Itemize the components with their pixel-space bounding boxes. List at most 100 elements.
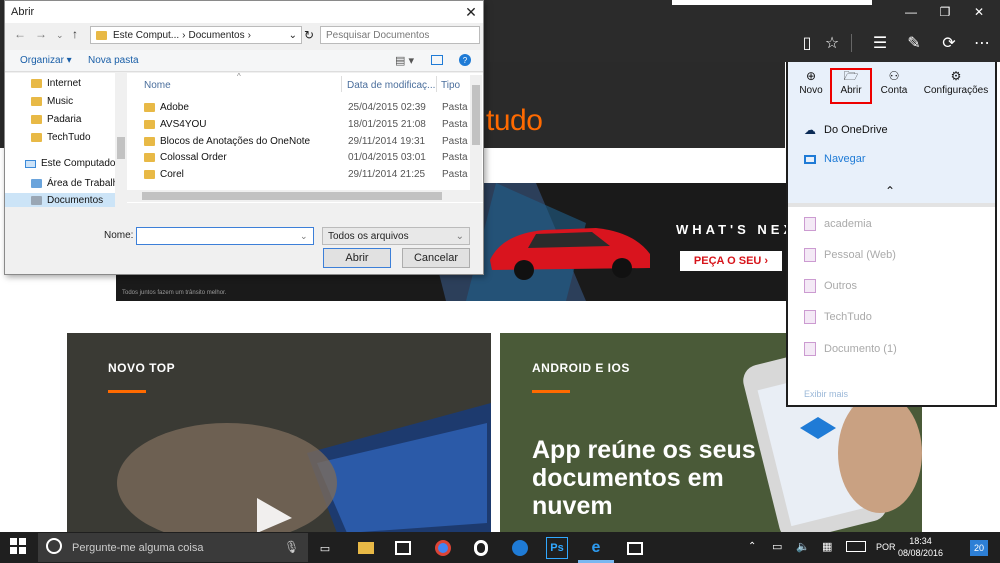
folder-icon <box>31 97 42 106</box>
windows-start-icon[interactable] <box>10 538 26 554</box>
favorite-star-icon[interactable]: ☆ <box>820 31 844 55</box>
preview-pane-icon[interactable] <box>431 55 443 65</box>
recent-item[interactable]: Outros <box>804 279 857 293</box>
close-window-icon[interactable]: ✕ <box>962 0 996 24</box>
recent-label: Pessoal (Web) <box>824 249 896 261</box>
settings-button[interactable]: ⚙ Configurações <box>922 70 990 104</box>
column-name[interactable]: Nome <box>144 80 171 91</box>
computer-folder-icon <box>96 31 107 40</box>
volume-icon[interactable]: 🔈 <box>796 540 810 553</box>
browser-tab-edge[interactable] <box>672 0 872 5</box>
hub-icon[interactable]: ☰ <box>868 31 892 55</box>
taskbar-clock[interactable]: 18:34 08/08/2016 <box>898 535 943 559</box>
tree-item[interactable]: Área de Trabalho <box>31 178 124 189</box>
computer-icon <box>25 159 36 168</box>
folder-icon <box>144 152 155 162</box>
column-divider[interactable] <box>341 76 342 92</box>
column-type[interactable]: Tipo <box>441 80 460 91</box>
recent-label: Outros <box>824 280 858 292</box>
organize-button[interactable]: Organizar ▾ <box>20 55 72 66</box>
new-folder-button[interactable]: Nova pasta <box>88 55 139 66</box>
recent-item[interactable]: TechTudo <box>804 310 872 324</box>
recent-item[interactable]: Pessoal (Web) <box>804 248 896 262</box>
refresh-icon[interactable]: ↻ <box>304 28 314 42</box>
tree-item[interactable]: TechTudo <box>31 132 91 143</box>
site-logo[interactable]: tudo <box>486 104 543 138</box>
tree-item-selected[interactable]: Documentos <box>5 193 115 207</box>
back-arrow-icon[interactable]: ← <box>14 27 26 41</box>
dialog-close-icon[interactable]: ✕ <box>460 1 482 23</box>
chrome-icon[interactable] <box>432 537 454 559</box>
recent-locations-icon[interactable]: ⌄ <box>56 30 64 41</box>
web-note-icon[interactable]: ✎ <box>902 31 926 55</box>
onedrive-link[interactable]: ☁ Do OneDrive <box>804 123 888 137</box>
horizontal-scroll-thumb[interactable] <box>142 192 442 200</box>
help-icon[interactable]: ? <box>459 54 471 66</box>
search-input[interactable]: Pesquisar Documentos <box>320 26 480 44</box>
column-date[interactable]: Data de modificaç... <box>347 80 435 91</box>
filename-label: Nome: <box>104 230 134 241</box>
file-row[interactable]: Adobe 25/04/2015 02:39 Pasta d <box>144 99 479 115</box>
recent-label: academia <box>824 218 872 230</box>
address-bar[interactable]: Este Comput... › Documentos › ⌄ <box>90 26 302 44</box>
photoshop-icon[interactable]: Ps <box>546 537 568 559</box>
card-right-title[interactable]: App reúne os seus documentos em nuvem <box>532 436 802 520</box>
cloud-icon: ☁ <box>804 123 816 137</box>
notification-center-icon[interactable]: 20 <box>970 540 988 556</box>
up-arrow-icon[interactable]: ↑ <box>72 27 78 41</box>
tree-item-this-pc[interactable]: Este Computador <box>25 158 119 169</box>
file-row[interactable]: Corel 29/11/2014 21:25 Pasta d <box>144 166 479 182</box>
tree-scroll-thumb[interactable] <box>117 137 125 159</box>
language-indicator[interactable]: POR <box>876 542 896 552</box>
file-date: 18/01/2015 21:08 <box>348 118 426 130</box>
cortana-placeholder: Pergunte-me alguma coisa <box>72 541 204 554</box>
microphone-icon[interactable]: 🎙 <box>284 540 299 554</box>
forward-arrow-icon[interactable]: → <box>35 27 47 41</box>
edge-icon[interactable]: e <box>585 537 607 559</box>
browse-link[interactable]: Navegar <box>804 153 866 165</box>
network-icon[interactable]: ▦ <box>822 540 832 553</box>
file-type-select[interactable]: Todos os arquivos ⌄ <box>322 227 470 245</box>
chevron-down-icon[interactable]: ⌄ <box>289 30 297 41</box>
new-button[interactable]: ⊕ Novo <box>797 70 825 104</box>
collapse-chevron-icon[interactable]: ⌃ <box>885 184 895 198</box>
account-button[interactable]: ⚇ Conta <box>878 70 910 104</box>
task-view-icon[interactable]: ▭ <box>314 537 336 559</box>
cancel-button[interactable]: Cancelar <box>402 248 470 268</box>
share-icon[interactable]: ⟳ <box>937 31 961 55</box>
keyboard-icon[interactable] <box>846 541 866 552</box>
browse-label: Navegar <box>824 153 866 165</box>
minimize-icon[interactable]: — <box>894 0 928 24</box>
tree-item[interactable]: Music <box>31 96 73 107</box>
battery-icon[interactable]: ▭ <box>772 540 782 553</box>
filename-input[interactable] <box>136 227 314 245</box>
file-row[interactable]: AVS4YOU 18/01/2015 21:08 Pasta d <box>144 116 479 132</box>
show-more-link[interactable]: Exibir mais <box>804 389 848 399</box>
app-icon[interactable] <box>509 537 531 559</box>
recent-item[interactable]: academia <box>804 217 872 231</box>
banner-cta-button[interactable]: PEÇA O SEU › <box>680 251 782 271</box>
reading-view-icon[interactable]: ▯ <box>795 31 819 55</box>
open-file-button[interactable]: Abrir <box>323 248 391 268</box>
file-name: AVS4YOU <box>160 118 207 130</box>
tree-item[interactable]: Padaria <box>31 114 81 125</box>
restore-icon[interactable]: ❐ <box>928 0 962 24</box>
show-hidden-icons-icon[interactable]: ⌃ <box>748 541 756 552</box>
file-row[interactable]: Colossal Order 01/04/2015 03:01 Pasta d <box>144 149 479 165</box>
vertical-scroll-thumb[interactable] <box>472 85 480 145</box>
photos-icon[interactable] <box>624 537 646 559</box>
more-icon[interactable]: ⋯ <box>970 31 994 55</box>
folder-icon <box>31 79 42 88</box>
address-crumb[interactable]: Este Comput... <box>113 30 179 41</box>
recent-item[interactable]: Documento (1) <box>804 342 897 356</box>
address-crumb[interactable]: Documentos <box>188 30 244 41</box>
cortana-search-box[interactable]: Pergunte-me alguma coisa <box>38 533 308 562</box>
file-row[interactable]: Blocos de Anotações do OneNote 29/11/2014… <box>144 133 479 149</box>
column-divider[interactable] <box>436 76 437 92</box>
file-explorer-icon[interactable] <box>355 537 377 559</box>
view-options-icon[interactable]: ▤ ▾ <box>395 54 414 67</box>
filename-dropdown-icon[interactable]: ⌄ <box>300 231 308 242</box>
opera-icon[interactable] <box>470 537 492 559</box>
store-icon[interactable] <box>392 537 414 559</box>
tree-item[interactable]: Internet <box>31 78 81 89</box>
